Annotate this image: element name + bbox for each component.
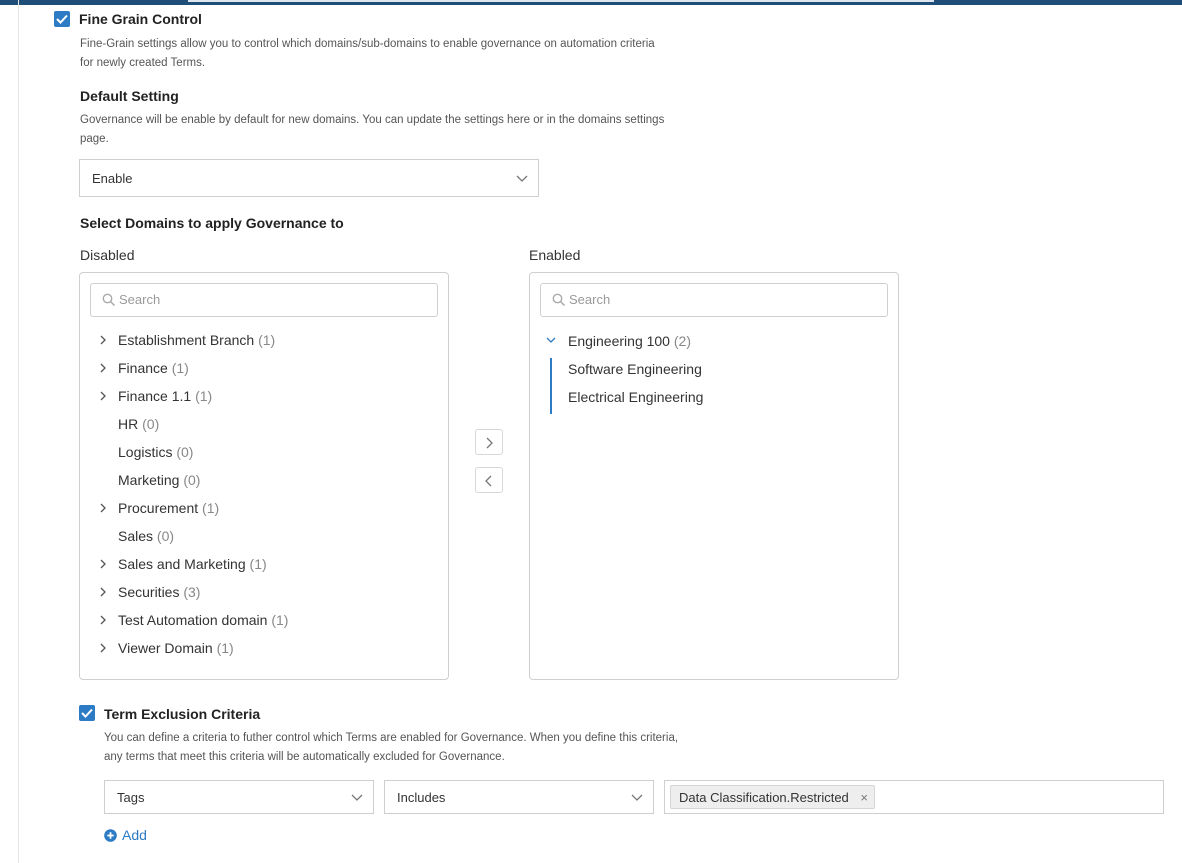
enabled-child-name: Electrical Engineering <box>568 389 704 405</box>
enabled-search-input[interactable] <box>569 292 769 307</box>
domain-count: (0) <box>183 472 201 488</box>
term-exclusion-description-2: any terms that meet this criteria will b… <box>104 751 505 763</box>
enabled-child-name: Software Engineering <box>568 361 702 377</box>
domain-count: (1) <box>258 332 276 348</box>
domain-name: HR <box>118 416 139 432</box>
default-setting-description-2: page. <box>80 133 109 145</box>
enabled-label: Enabled <box>529 247 581 263</box>
search-icon <box>552 293 566 307</box>
criteria-operator-value: Includes <box>397 790 446 805</box>
fine-grain-description-1: Fine-Grain settings allow you to control… <box>80 38 655 50</box>
check-icon <box>56 14 68 24</box>
domain-count: (0) <box>176 444 194 460</box>
default-setting-description-1: Governance will be enable by default for… <box>80 114 665 126</box>
enabled-parent-name: Engineering 100 <box>568 333 670 349</box>
disabled-search-box[interactable] <box>90 283 438 317</box>
enabled-parent-count: (2) <box>673 333 691 349</box>
check-icon <box>81 708 93 718</box>
left-divider <box>18 0 19 863</box>
term-exclusion-title: Term Exclusion Criteria <box>104 706 261 722</box>
term-exclusion-description-1: You can define a criteria to futher cont… <box>104 732 679 744</box>
criteria-field-select[interactable]: Tags <box>104 780 374 814</box>
remove-tag-icon[interactable]: × <box>860 790 868 805</box>
domain-name: Securities <box>118 584 180 600</box>
term-exclusion-checkbox[interactable] <box>79 705 95 721</box>
domain-count: (1) <box>216 640 234 656</box>
disabled-domains-panel: Establishment Branch (1)Finance (1)Finan… <box>79 272 449 680</box>
move-right-button[interactable] <box>475 429 503 455</box>
tree-branch-line <box>550 358 552 414</box>
chevron-down-icon <box>631 794 643 801</box>
chevron-right-icon[interactable] <box>99 614 107 626</box>
domain-name: Sales <box>118 528 154 544</box>
chevron-down-icon <box>351 794 363 801</box>
fine-grain-title: Fine Grain Control <box>79 11 202 27</box>
move-left-button[interactable] <box>475 467 503 493</box>
domains-title: Select Domains to apply Governance to <box>80 215 344 231</box>
chevron-right-icon[interactable] <box>99 586 107 598</box>
domain-name: Procurement <box>118 500 199 516</box>
chevron-right-icon[interactable] <box>99 334 107 346</box>
fine-grain-checkbox[interactable] <box>54 11 70 27</box>
domain-name: Viewer Domain <box>118 640 213 656</box>
domain-name: Finance <box>118 360 168 376</box>
domain-name: Logistics <box>118 444 173 460</box>
tag-chip-label: Data Classification.Restricted <box>679 790 849 805</box>
chevron-right-icon[interactable] <box>99 558 107 570</box>
disabled-search-input[interactable] <box>119 292 319 307</box>
domain-count: (1) <box>171 360 189 376</box>
tag-chip: Data Classification.Restricted × <box>670 785 875 809</box>
chevron-down-icon <box>516 175 528 182</box>
domain-count: (3) <box>183 584 201 600</box>
domain-count: (1) <box>195 388 213 404</box>
chevron-down-icon[interactable] <box>546 335 556 345</box>
fine-grain-description-2: for newly created Terms. <box>80 57 206 69</box>
criteria-value-input[interactable]: Data Classification.Restricted × <box>664 780 1164 814</box>
criteria-operator-select[interactable]: Includes <box>384 780 654 814</box>
chevron-right-icon[interactable] <box>99 502 107 514</box>
domain-count: (1) <box>249 556 267 572</box>
criteria-field-value: Tags <box>117 790 145 805</box>
search-icon <box>102 293 116 307</box>
domain-count: (1) <box>202 500 220 516</box>
default-setting-select[interactable]: Enable <box>79 159 539 197</box>
disabled-label: Disabled <box>80 247 135 263</box>
chevron-right-icon[interactable] <box>99 390 107 402</box>
add-criteria-label: Add <box>122 827 147 843</box>
domain-count: (0) <box>142 416 160 432</box>
domain-name: Finance 1.1 <box>118 388 192 404</box>
plus-circle-icon <box>104 829 117 842</box>
domain-name: Sales and Marketing <box>118 556 246 572</box>
domain-count: (0) <box>156 528 175 544</box>
domain-name: Marketing <box>118 472 180 488</box>
chevron-right-icon[interactable] <box>99 642 107 654</box>
enabled-search-box[interactable] <box>540 283 888 317</box>
default-setting-title: Default Setting <box>80 88 179 104</box>
domain-name: Test Automation domain <box>118 612 268 628</box>
top-progress-track <box>188 0 934 2</box>
chevron-left-icon <box>485 475 492 487</box>
chevron-right-icon[interactable] <box>99 362 107 374</box>
domain-count: (1) <box>271 612 289 628</box>
domain-name: Establishment Branch <box>118 332 255 348</box>
default-setting-value: Enable <box>92 171 133 186</box>
enabled-domains-panel: Engineering 100 (2) Software Engineering… <box>529 272 899 680</box>
chevron-right-icon <box>486 437 493 449</box>
